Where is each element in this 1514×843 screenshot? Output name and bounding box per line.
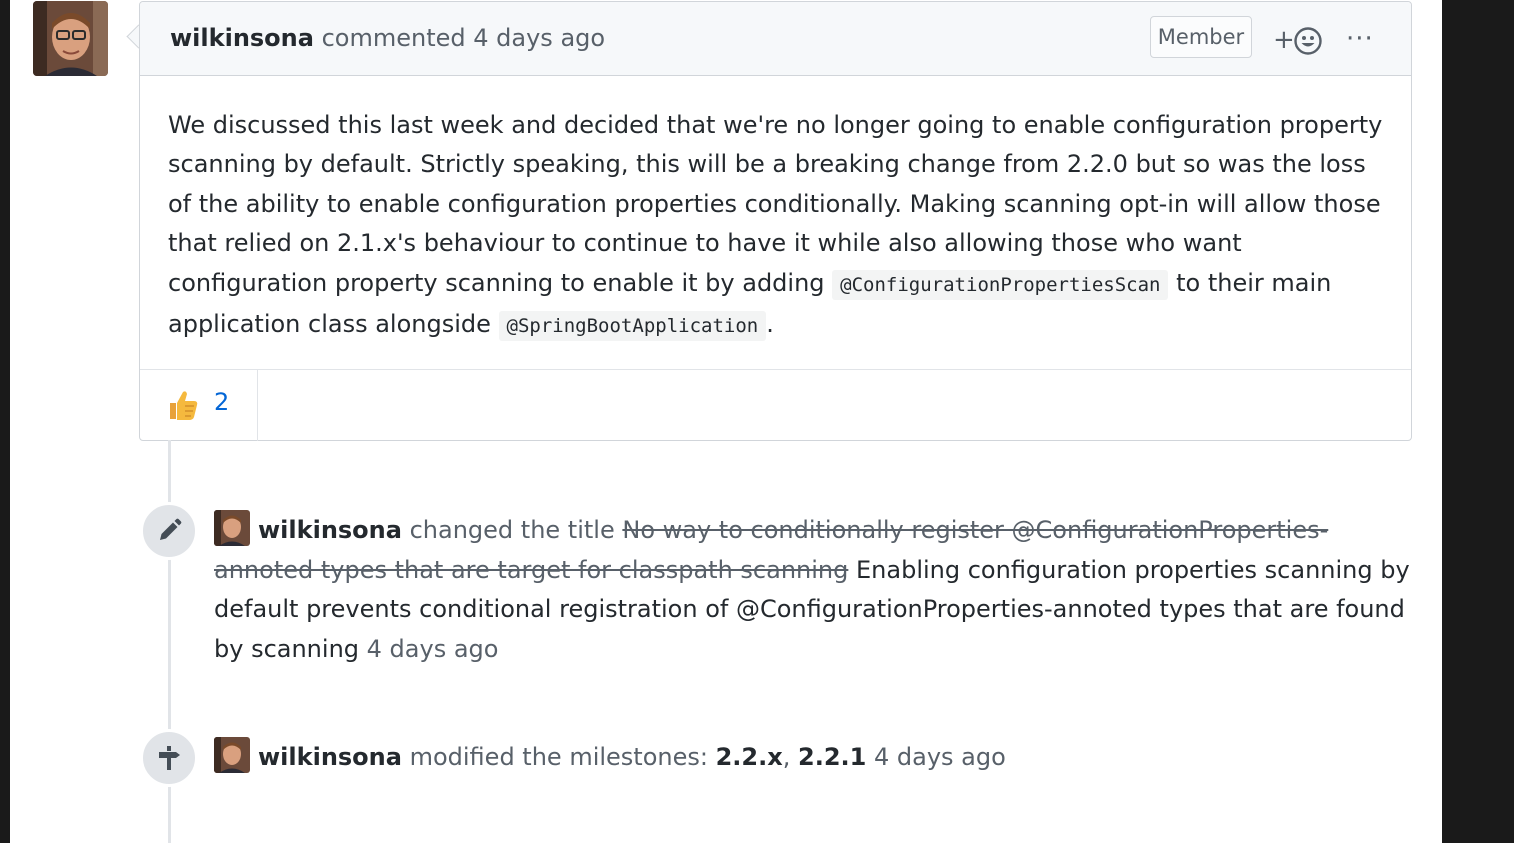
event-avatar[interactable] bbox=[214, 510, 250, 546]
plus-icon: + bbox=[1273, 25, 1295, 55]
event-action: changed the title bbox=[409, 516, 615, 544]
inline-code: @ConfigurationPropertiesScan bbox=[832, 269, 1169, 300]
avatar-photo bbox=[33, 1, 108, 76]
milestone-icon bbox=[159, 746, 180, 770]
milestone-link[interactable]: 2.2.1 bbox=[798, 743, 866, 771]
thumbs-up-reaction-button[interactable]: 2 bbox=[140, 370, 258, 441]
issue-timeline: wilkinsona commented 4 days ago Member +… bbox=[10, 0, 1442, 843]
comment-body: We discussed this last week and decided … bbox=[168, 106, 1393, 346]
milestone-event: wilkinsona modified the milestones: 2.2.… bbox=[214, 737, 1214, 778]
add-reaction-button[interactable]: + bbox=[1273, 22, 1329, 58]
comment-text: . bbox=[766, 310, 774, 339]
title-change-event: wilkinsona changed the title No way to c… bbox=[214, 510, 1414, 669]
event-badge bbox=[140, 729, 198, 787]
more-options-button[interactable]: ··· bbox=[1346, 26, 1374, 52]
event-author-link[interactable]: wilkinsona bbox=[258, 743, 402, 771]
reaction-count: 2 bbox=[214, 388, 230, 416]
reactions-bar: 2 bbox=[140, 369, 1411, 441]
thumbs-up-icon bbox=[170, 391, 198, 420]
member-badge: Member bbox=[1150, 16, 1252, 58]
avatar-photo bbox=[214, 510, 250, 546]
event-author-link[interactable]: wilkinsona bbox=[258, 516, 402, 544]
comment-action: commented bbox=[321, 24, 466, 52]
comment-author-link[interactable]: wilkinsona bbox=[170, 24, 314, 52]
event-avatar[interactable] bbox=[214, 737, 250, 773]
smiley-icon bbox=[1294, 27, 1322, 55]
pencil-icon bbox=[160, 518, 182, 540]
author-avatar[interactable] bbox=[33, 1, 108, 76]
milestone-separator: , bbox=[782, 743, 791, 771]
event-badge bbox=[140, 502, 198, 560]
avatar-photo bbox=[214, 737, 250, 773]
event-timestamp-link[interactable]: 4 days ago bbox=[367, 635, 499, 663]
comment-header: wilkinsona commented 4 days ago Member +… bbox=[140, 2, 1411, 76]
comment-box: wilkinsona commented 4 days ago Member +… bbox=[139, 1, 1412, 441]
event-timestamp-link[interactable]: 4 days ago bbox=[874, 743, 1006, 771]
event-action: modified the milestones: bbox=[409, 743, 708, 771]
comment-meta: wilkinsona commented 4 days ago bbox=[170, 24, 605, 52]
inline-code: @SpringBootApplication bbox=[498, 311, 767, 342]
comment-timestamp-link[interactable]: 4 days ago bbox=[473, 24, 605, 52]
milestone-link[interactable]: 2.2.x bbox=[716, 743, 783, 771]
